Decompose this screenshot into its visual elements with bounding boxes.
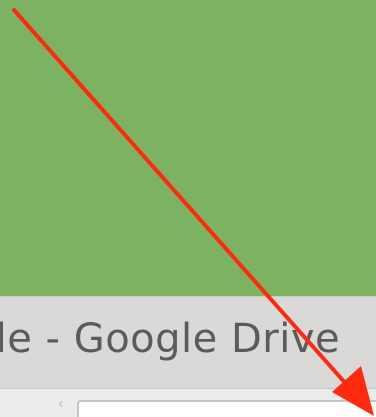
desktop-background: [0, 0, 376, 296]
back-icon[interactable]: ‹: [58, 397, 72, 411]
window-title: ile - Google Drive: [0, 316, 341, 362]
address-bar[interactable]: [77, 400, 376, 417]
screenshot-stage: ile - Google Drive ‹: [0, 0, 376, 417]
